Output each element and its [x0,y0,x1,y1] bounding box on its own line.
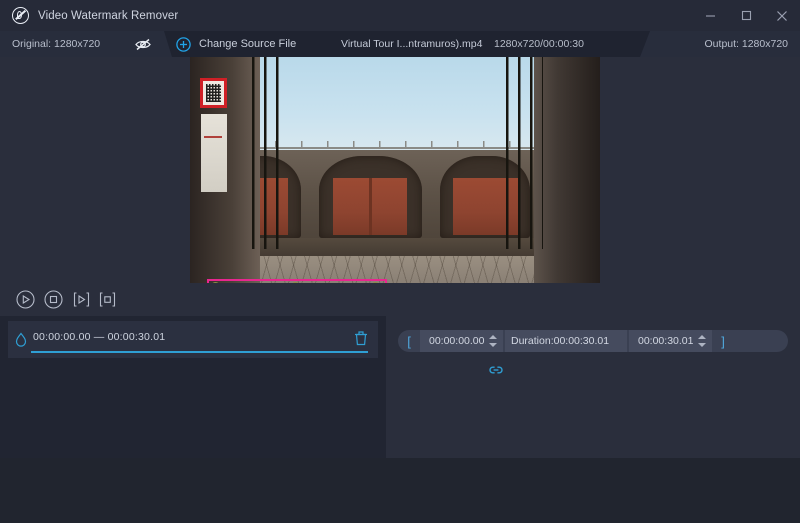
duration-value: Duration:00:00:30.01 [511,335,609,347]
end-time-stepper[interactable] [697,334,708,348]
clip-time-range: 00:00:00.00 — 00:00:30.01 [33,331,165,343]
bracket-open-icon[interactable]: [ [398,334,420,349]
gate-bars-right [506,57,543,249]
transport-bar: 00:00:09.15/00:00:30.01 [0,283,800,316]
qr-code-watermark [200,78,227,108]
time-range-controls: [ 00:00:00.00 Duration:00:00:30.01 00:00… [398,330,788,352]
minimize-button[interactable] [692,0,728,31]
play-button[interactable] [16,290,35,309]
watermark-list-panel: 00:00:00.00 — 00:00:30.01 + Add watermar… [0,316,386,458]
wall-sign [201,114,227,192]
close-button[interactable] [764,0,800,31]
clip-progress-bar [31,351,368,354]
original-resolution-label: Original: 1280x720 [12,38,100,50]
start-time-stepper[interactable] [488,334,499,348]
video-preview-area[interactable] [0,57,800,283]
trash-icon[interactable] [354,330,368,346]
source-file-meta: 1280x720/00:00:30 [494,31,584,57]
properties-panel: [ 00:00:00.00 Duration:00:00:30.01 00:00… [386,316,800,458]
arch-window-center [319,156,422,237]
title-bar: Video Watermark Remover [0,0,800,31]
window-controls [692,0,800,31]
eye-slash-icon[interactable] [134,36,152,52]
droplet-eraser-icon [14,332,28,348]
pillar-right [534,57,600,283]
app-logo-icon [12,7,29,24]
source-toolbar: Original: 1280x720 Change Source File Vi… [0,31,800,57]
end-time-value: 00:00:30.01 [638,335,693,347]
duration-field: Duration:00:00:30.01 [505,330,627,352]
video-frame[interactable] [190,57,600,283]
stop-button[interactable] [44,290,63,309]
app-title: Video Watermark Remover [38,10,178,22]
change-source-file-label: Change Source File [199,38,296,50]
chain-link-icon[interactable] [489,364,503,376]
export-bar: Output: Virtual Tour It...tramuros)_D.mp… [0,458,800,523]
change-source-file-button[interactable]: Change Source File [176,31,296,57]
next-frame-button[interactable] [98,290,117,309]
end-time-field[interactable]: 00:00:30.01 [629,330,712,352]
bracket-close-icon[interactable]: ] [712,334,734,349]
output-info-chip: Output: 1280x720 [640,31,800,57]
source-file-name: Virtual Tour I...ntramuros).mp4 [341,31,482,57]
video-watermark-remover-window: Video Watermark Remover Original: 1280x7… [0,0,800,523]
plus-circle-icon [176,37,191,52]
maximize-button[interactable] [728,0,764,31]
previous-frame-button[interactable] [72,290,91,309]
output-resolution-label: Output: 1280x720 [705,38,788,50]
start-time-field[interactable]: 00:00:00.00 [420,330,503,352]
watermark-clip-row[interactable]: 00:00:00.00 — 00:00:30.01 [8,321,378,358]
start-time-value: 00:00:00.00 [429,335,484,347]
gate-bars-left [252,57,289,249]
